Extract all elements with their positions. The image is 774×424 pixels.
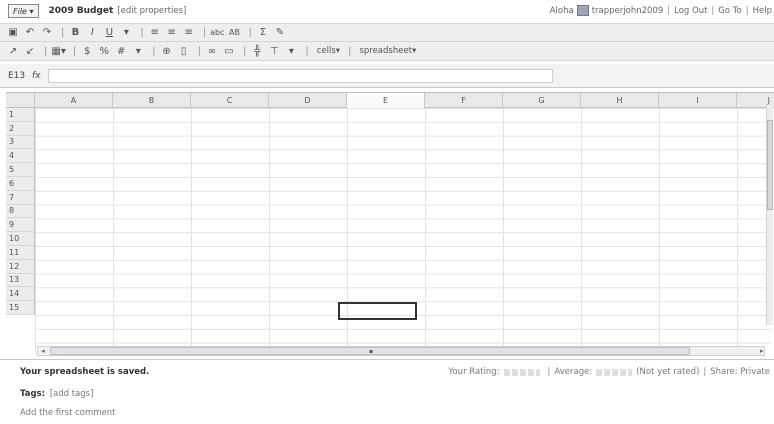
column-header[interactable]: I xyxy=(659,93,737,108)
document-title: 2009 Budget xyxy=(48,6,114,16)
row-header[interactable]: 14 xyxy=(6,287,35,302)
filter-dropdown-icon[interactable]: ▾ xyxy=(284,44,298,58)
save-icon[interactable]: ▣ xyxy=(6,26,20,40)
selected-cell[interactable] xyxy=(338,302,417,320)
fill-color-icon[interactable]: ▦▾ xyxy=(51,44,65,58)
share-status[interactable]: Share: Private xyxy=(710,367,770,377)
save-status: Your spreadsheet is saved. xyxy=(20,367,150,377)
function-icon: fx xyxy=(32,70,41,81)
username-link[interactable]: trapperjohn2009 xyxy=(592,6,664,16)
column-header[interactable]: B xyxy=(113,93,191,108)
edit-properties-link[interactable]: [edit properties] xyxy=(117,6,186,16)
comment-icon[interactable]: ▭ xyxy=(222,44,236,58)
row-header[interactable]: 11 xyxy=(6,245,35,260)
freeze-icon[interactable]: ╬ xyxy=(250,44,264,58)
column-header[interactable]: A xyxy=(35,93,113,108)
row-header[interactable]: 1 xyxy=(6,108,35,122)
sum-icon[interactable]: Σ xyxy=(256,26,270,40)
pencil-icon[interactable]: ✎ xyxy=(273,26,287,40)
row-headers: 1 2 3 4 5 6 7 8 9 10 11 12 13 14 15 xyxy=(6,108,35,315)
column-headers: A B C D E F G H I J xyxy=(6,93,774,108)
help-link[interactable]: Help xyxy=(753,6,772,16)
row-header[interactable]: 2 xyxy=(6,121,35,136)
row-header[interactable]: 15 xyxy=(6,301,35,315)
currency-icon[interactable]: $ xyxy=(80,44,94,58)
spreadsheet-menu[interactable]: spreadsheet▾ xyxy=(359,46,416,56)
number-format-dropdown-icon[interactable]: ▾ xyxy=(131,44,145,58)
greeting-text: Aloha xyxy=(549,5,574,16)
bold-button[interactable]: B xyxy=(68,26,82,40)
align-center-icon[interactable]: ≡ xyxy=(165,26,179,40)
sort-descending-icon[interactable]: ↙ xyxy=(23,44,37,58)
filter-icon[interactable]: ⊤ xyxy=(267,44,281,58)
scroll-left-icon[interactable]: ◂ xyxy=(38,347,48,355)
cells-menu[interactable]: cells▾ xyxy=(317,46,340,56)
row-header[interactable]: 5 xyxy=(6,163,35,177)
cell-reference: E13 xyxy=(8,70,26,81)
add-comment-link[interactable]: Add the first comment xyxy=(20,408,116,418)
format-toolbar: ▣ ↶ ↷ | B I U ▾ | ≡ ≡ ≡ | abc AB | Σ ✎ xyxy=(0,23,774,42)
insert-image-icon[interactable]: ▯ xyxy=(177,44,191,58)
footer: Your spreadsheet is saved. Your Rating: … xyxy=(0,359,774,424)
vertical-scrollbar[interactable] xyxy=(766,105,773,325)
goto-link[interactable]: Go To xyxy=(718,6,741,16)
undo-icon[interactable]: ↶ xyxy=(23,26,37,40)
vertical-scroll-thumb[interactable] xyxy=(767,120,773,210)
logout-link[interactable]: Log Out xyxy=(674,6,707,16)
top-bar: File ▾ 2009 Budget [edit properties] Alo… xyxy=(0,0,774,22)
tags-line: Tags: [add tags] xyxy=(20,389,93,399)
redo-icon[interactable]: ↷ xyxy=(40,26,54,40)
column-header[interactable]: F xyxy=(425,93,503,108)
horizontal-scroll-thumb[interactable]: ▪ xyxy=(50,347,690,355)
merge-cells-icon[interactable]: AB xyxy=(228,26,242,40)
add-tags-link[interactable]: [add tags] xyxy=(50,389,94,399)
insert-chart-icon[interactable]: ⊕ xyxy=(160,44,174,58)
row-header[interactable]: 13 xyxy=(6,273,35,288)
corner-cell[interactable] xyxy=(6,93,35,108)
row-header[interactable]: 9 xyxy=(6,218,35,233)
row-header[interactable]: 10 xyxy=(6,232,35,246)
italic-button[interactable]: I xyxy=(85,26,99,40)
align-right-icon[interactable]: ≡ xyxy=(182,26,196,40)
row-header[interactable]: 7 xyxy=(6,190,35,205)
row-header[interactable]: 4 xyxy=(6,149,35,164)
column-header[interactable]: C xyxy=(191,93,269,108)
row-header[interactable]: 6 xyxy=(6,176,35,191)
underline-button[interactable]: U xyxy=(102,26,116,40)
average-label: Average: xyxy=(554,367,593,377)
average-rating-stars xyxy=(596,368,633,376)
column-header[interactable]: G xyxy=(503,93,581,108)
avatar[interactable] xyxy=(576,5,589,16)
row-header[interactable]: 3 xyxy=(6,135,35,150)
tags-label: Tags: xyxy=(20,389,45,399)
row-header[interactable]: 12 xyxy=(6,259,35,274)
horizontal-scrollbar[interactable]: ◂ ▪ xyxy=(37,346,765,356)
rating-bar: Your Rating: | Average: (Not yet rated) … xyxy=(448,367,770,377)
number-format-icon[interactable]: # xyxy=(114,44,128,58)
data-toolbar: ↗ ↙ | ▦▾ | $ % # ▾ | ⊕ ▯ | ∞ ▭ | ╬ ⊤ ▾ |… xyxy=(0,42,774,61)
percent-icon[interactable]: % xyxy=(97,44,111,58)
column-header[interactable]: H xyxy=(581,93,659,108)
your-rating-label: Your Rating: xyxy=(448,367,500,377)
formula-input[interactable] xyxy=(48,68,553,83)
sort-ascending-icon[interactable]: ↗ xyxy=(6,44,20,58)
column-header-selected[interactable]: E xyxy=(347,93,425,108)
account-area: Aloha trapperjohn2009 | Log Out | Go To … xyxy=(549,5,772,16)
file-menu-button[interactable]: File ▾ xyxy=(8,4,39,18)
font-size-dropdown-icon[interactable]: ▾ xyxy=(119,26,133,40)
row-header[interactable]: 8 xyxy=(6,204,35,219)
scroll-right-icon[interactable]: ▸ xyxy=(760,347,764,355)
column-header[interactable]: D xyxy=(269,93,347,108)
formula-bar: E13 fx xyxy=(0,64,774,88)
your-rating-stars[interactable] xyxy=(503,368,540,376)
link-icon[interactable]: ∞ xyxy=(205,44,219,58)
align-left-icon[interactable]: ≡ xyxy=(148,26,162,40)
spellcheck-icon[interactable]: abc xyxy=(210,26,224,40)
not-rated-text: (Not yet rated) xyxy=(636,367,700,377)
